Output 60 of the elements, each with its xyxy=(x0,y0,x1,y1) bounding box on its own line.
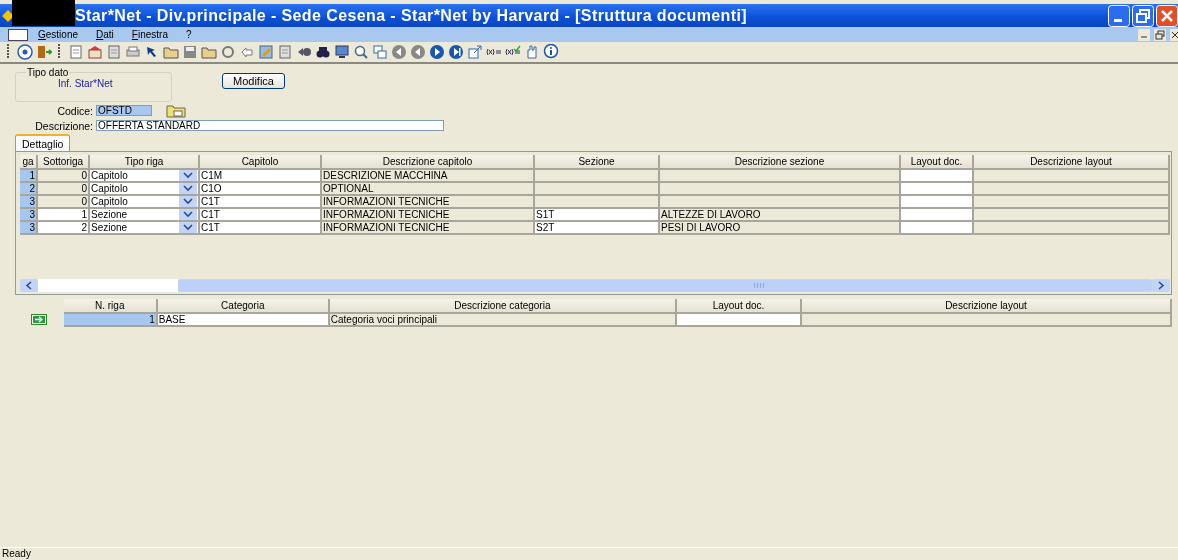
table-cell: PESI DI LAVORO xyxy=(660,222,901,235)
table-cell: 0 xyxy=(38,170,90,183)
description-field[interactable]: OFFERTA STANDARD xyxy=(96,120,444,131)
dropdown[interactable]: Capitolo xyxy=(90,196,200,209)
dropdown[interactable]: Sezione xyxy=(90,209,200,222)
column-header[interactable]: Descrizione layout xyxy=(801,299,1172,314)
row-header[interactable]: 3 xyxy=(20,196,38,209)
column-header[interactable]: Layout doc. xyxy=(677,299,802,314)
table-cell: 0 xyxy=(38,183,90,196)
table-cell: C1T xyxy=(200,196,322,209)
column-header[interactable]: Sottoriga xyxy=(38,155,90,170)
menu-item[interactable]: Dati xyxy=(96,29,114,40)
menu-item[interactable]: ? xyxy=(185,29,192,40)
table-cell: DESCRIZIONE MACCHINA xyxy=(322,170,535,183)
table-cell: C1T xyxy=(200,222,322,235)
column-header[interactable]: Descrizione sezione xyxy=(660,155,901,170)
table-cell: C1T xyxy=(200,209,322,222)
dropdown[interactable]: Sezione xyxy=(90,222,200,235)
table-cell: ALTEZZE DI LAVORO xyxy=(660,209,901,222)
row-header[interactable]: 2 xyxy=(20,183,38,196)
table-cell: 0 xyxy=(38,196,90,209)
table-cell: INFORMAZIONI TECNICHE xyxy=(322,222,535,235)
column-header[interactable]: Layout doc. xyxy=(901,155,974,170)
table-cell: S1T xyxy=(535,209,660,222)
status-text: Ready xyxy=(2,548,31,559)
table-cell: 1 xyxy=(38,209,90,222)
field-label: Descrizione: xyxy=(34,119,93,132)
column-header[interactable]: ga xyxy=(20,155,38,170)
table-cell: C1O xyxy=(200,183,322,196)
dropdown[interactable]: Capitolo xyxy=(90,183,200,196)
table-cell: INFORMAZIONI TECNICHE xyxy=(322,209,535,222)
column-header[interactable]: Descrizione categoria xyxy=(329,299,678,314)
row-header[interactable]: 1 xyxy=(20,170,38,183)
menu-item[interactable]: Gestione xyxy=(38,29,79,40)
window-title: Star*Net - Div.principale - Sede Cesena - Star*Net by Harvard - [Struttura documenti] xyxy=(75,6,748,25)
column-header[interactable]: Tipo riga xyxy=(90,155,200,170)
edit-button[interactable]: Modifica xyxy=(222,73,285,89)
table-cell: 2 xyxy=(38,222,90,235)
column-header[interactable]: Categoria xyxy=(157,299,330,314)
table-cell: OPTIONAL xyxy=(322,183,535,196)
tab[interactable]: Dettaglio xyxy=(15,134,71,151)
data-type-value: Inf. Star*Net xyxy=(58,78,113,89)
column-header[interactable]: Sezione xyxy=(535,155,660,170)
field-label: Codice: xyxy=(56,104,93,117)
table-cell: INFORMAZIONI TECNICHE xyxy=(322,196,535,209)
table-cell: S2T xyxy=(535,222,660,235)
group-label: Tipo dato xyxy=(26,68,70,78)
column-header[interactable]: Descrizione layout xyxy=(974,155,1170,170)
code-field[interactable]: OFSTD xyxy=(96,105,152,116)
table-cell: Categoria voci principali xyxy=(329,314,678,327)
row-header[interactable]: 1 xyxy=(63,314,158,327)
row-header[interactable]: 3 xyxy=(20,209,38,222)
row-header[interactable]: 3 xyxy=(20,222,38,235)
dropdown[interactable]: Capitolo xyxy=(90,170,200,183)
table-cell: BASE xyxy=(157,314,330,327)
column-header[interactable]: Descrizione capitolo xyxy=(322,155,535,170)
column-header[interactable]: Capitolo xyxy=(200,155,322,170)
menu-item[interactable]: Finestra xyxy=(131,29,168,40)
table-cell: C1M xyxy=(200,170,322,183)
column-header[interactable]: N. riga xyxy=(63,299,158,314)
